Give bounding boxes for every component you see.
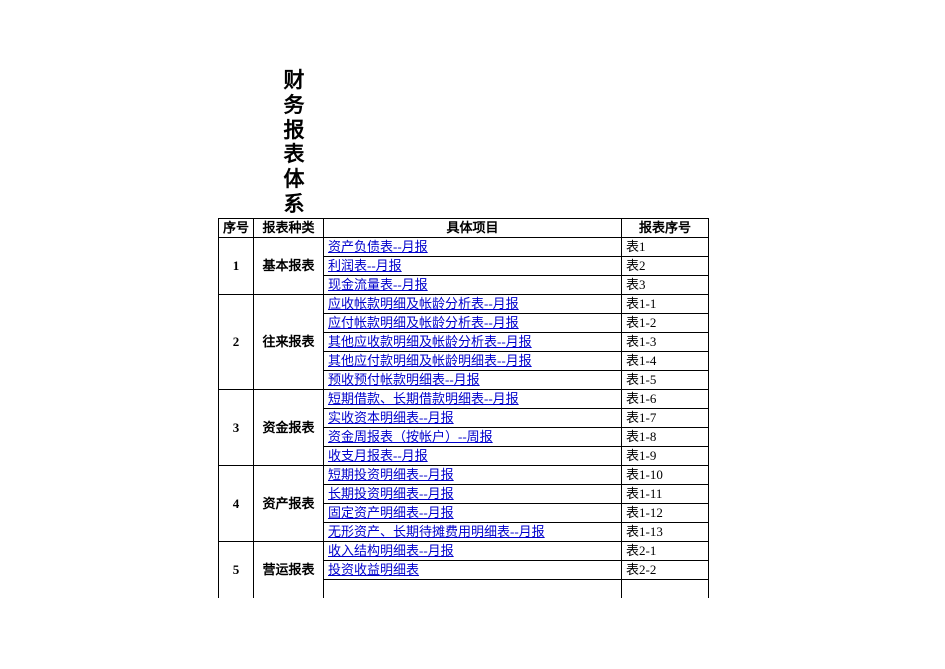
- cell-item: 投资收益明细表: [324, 561, 622, 580]
- item-link[interactable]: 利润表--月报: [328, 258, 402, 273]
- title-char: 体: [284, 167, 305, 192]
- table-header-row: 序号 报表种类 具体项目 报表序号: [219, 219, 709, 238]
- cell-item: 实收资本明细表--月报: [324, 409, 622, 428]
- page: 财 务 报 表 体 系 序号 报表种类 具体项目 报表序号 1基本报表资产负债表…: [0, 0, 945, 669]
- header-type: 报表种类: [254, 219, 324, 238]
- cell-num: 表1-12: [622, 504, 709, 523]
- cell-num: 表2-2: [622, 561, 709, 580]
- cell-item: 其他应付款明细及帐龄明细表--月报: [324, 352, 622, 371]
- cell-num: 表1-1: [622, 295, 709, 314]
- cell-item: 预收预付帐款明细表--月报: [324, 371, 622, 390]
- cell-item: 应收帐款明细及帐龄分析表--月报: [324, 295, 622, 314]
- cell-item: 固定资产明细表--月报: [324, 504, 622, 523]
- cell-item: 其他应收款明细及帐龄分析表--月报: [324, 333, 622, 352]
- cell-num: 表1-13: [622, 523, 709, 542]
- cell-item: 资金周报表（按帐户）--周报: [324, 428, 622, 447]
- cell-num: 表1-10: [622, 466, 709, 485]
- item-link[interactable]: 长期投资明细表--月报: [328, 486, 454, 501]
- cell-seq: 2: [219, 295, 254, 390]
- cell-type: 营运报表: [254, 542, 324, 598]
- cell-item: 短期投资明细表--月报: [324, 466, 622, 485]
- cell-item: 利润表--月报: [324, 257, 622, 276]
- header-num: 报表序号: [622, 219, 709, 238]
- cell-num: 表3: [622, 276, 709, 295]
- cell-type: 资金报表: [254, 390, 324, 466]
- cell-num: 表1-5: [622, 371, 709, 390]
- table-row: 5营运报表收入结构明细表--月报表2-1: [219, 542, 709, 561]
- cell-num: 表1-6: [622, 390, 709, 409]
- table-row: 2往来报表应收帐款明细及帐龄分析表--月报表1-1: [219, 295, 709, 314]
- table-row: 4资产报表短期投资明细表--月报表1-10: [219, 466, 709, 485]
- cell-num: 表1-3: [622, 333, 709, 352]
- title-char: 表: [284, 142, 305, 167]
- item-link[interactable]: 实收资本明细表--月报: [328, 410, 454, 425]
- item-link[interactable]: 投资收益明细表: [328, 562, 419, 577]
- cell-num: 表1-8: [622, 428, 709, 447]
- cell-num: 表1-7: [622, 409, 709, 428]
- item-link[interactable]: 其他应付款明细及帐龄明细表--月报: [328, 353, 532, 368]
- cell-num: 表1-2: [622, 314, 709, 333]
- table-row: 3资金报表短期借款、长期借款明细表--月报表1-6: [219, 390, 709, 409]
- item-link[interactable]: 其他应收款明细及帐龄分析表--月报: [328, 334, 532, 349]
- title-char: 报: [284, 118, 305, 143]
- cell-item: 收支月报表--月报: [324, 447, 622, 466]
- cell-num: 表1-11: [622, 485, 709, 504]
- cell-num: 表1-4: [622, 352, 709, 371]
- report-table: 序号 报表种类 具体项目 报表序号 1基本报表资产负债表--月报 表1 利润表--月…: [218, 218, 709, 598]
- cell-item: 长期投资明细表--月报: [324, 485, 622, 504]
- cell-item: 短期借款、长期借款明细表--月报: [324, 390, 622, 409]
- header-item: 具体项目: [324, 219, 622, 238]
- item-link[interactable]: 无形资产、长期待摊费用明细表--月报: [328, 524, 545, 539]
- header-seq: 序号: [219, 219, 254, 238]
- table-row: 1基本报表资产负债表--月报表1: [219, 238, 709, 257]
- cell-num: [622, 580, 709, 598]
- cell-seq: 5: [219, 542, 254, 598]
- item-link[interactable]: 预收预付帐款明细表--月报: [328, 372, 480, 387]
- cell-item: 收入结构明细表--月报: [324, 542, 622, 561]
- item-link[interactable]: 收入结构明细表--月报: [328, 543, 454, 558]
- cell-type: 基本报表: [254, 238, 324, 295]
- cell-item: [324, 580, 622, 598]
- cell-item: 现金流量表--月报: [324, 276, 622, 295]
- item-link[interactable]: 应付帐款明细及帐龄分析表--月报: [328, 315, 519, 330]
- cell-item: 无形资产、长期待摊费用明细表--月报: [324, 523, 622, 542]
- cell-type: 资产报表: [254, 466, 324, 542]
- item-link[interactable]: 固定资产明细表--月报: [328, 505, 454, 520]
- cell-num: 表1: [622, 238, 709, 257]
- table-body: 1基本报表资产负债表--月报 表1 利润表--月报 表2 现金流量表--月报 表3 2往来报…: [219, 238, 709, 598]
- cell-item: 应付帐款明细及帐龄分析表--月报: [324, 314, 622, 333]
- cell-type: 往来报表: [254, 295, 324, 390]
- cell-seq: 3: [219, 390, 254, 466]
- cell-seq: 1: [219, 238, 254, 295]
- item-link[interactable]: 资产负债表--月报: [328, 239, 428, 254]
- cell-num: 表2: [622, 257, 709, 276]
- title-char: 系: [284, 192, 305, 217]
- item-link[interactable]: 资金周报表（按帐户）--周报: [328, 429, 493, 444]
- cell-item: 资产负债表--月报: [324, 238, 622, 257]
- cell-num: 表2-1: [622, 542, 709, 561]
- title-char: 财: [284, 68, 305, 93]
- title-vertical: 财 务 报 表 体 系: [282, 68, 306, 217]
- item-link[interactable]: 收支月报表--月报: [328, 448, 428, 463]
- title-char: 务: [284, 93, 305, 118]
- item-link[interactable]: 短期投资明细表--月报: [328, 467, 454, 482]
- item-link[interactable]: 应收帐款明细及帐龄分析表--月报: [328, 296, 519, 311]
- cell-num: 表1-9: [622, 447, 709, 466]
- item-link[interactable]: 现金流量表--月报: [328, 277, 428, 292]
- cell-seq: 4: [219, 466, 254, 542]
- item-link[interactable]: 短期借款、长期借款明细表--月报: [328, 391, 519, 406]
